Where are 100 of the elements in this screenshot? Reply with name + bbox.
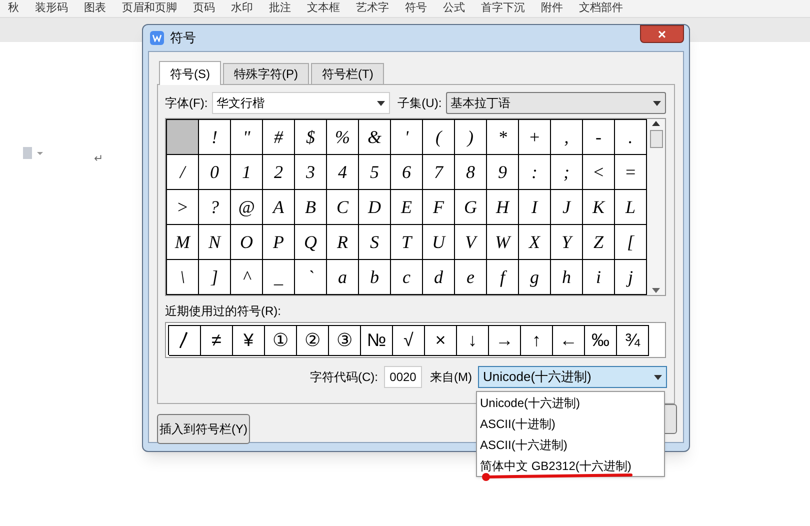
symbol-cell[interactable]: W (487, 225, 519, 260)
symbol-cell[interactable]: 8 (455, 155, 487, 190)
close-button[interactable]: × (640, 25, 684, 43)
scroll-down-icon[interactable] (652, 288, 660, 293)
symbol-cell[interactable]: 2 (263, 155, 295, 190)
toolbar-item[interactable]: 文档部件 (579, 3, 623, 14)
symbol-cell[interactable]: a (327, 260, 359, 295)
symbol-cell[interactable]: ^ (231, 260, 263, 295)
recent-symbol-cell[interactable]: ¥ (233, 326, 265, 356)
toolbar-item[interactable]: 秋 (8, 3, 19, 14)
tab[interactable]: 符号(S) (159, 61, 221, 85)
symbol-cell[interactable]: N (199, 225, 231, 260)
symbol-cell[interactable]: Y (551, 225, 583, 260)
recent-symbol-cell[interactable]: ③ (329, 326, 361, 356)
symbol-cell[interactable]: 0 (199, 155, 231, 190)
symbol-cell[interactable]: [ (615, 225, 647, 260)
symbol-cell[interactable]: ] (199, 260, 231, 295)
toolbar-item[interactable]: 首字下沉 (481, 3, 525, 14)
symbol-cell[interactable] (167, 120, 199, 155)
document-icon[interactable] (22, 147, 44, 159)
symbol-cell[interactable]: 1 (231, 155, 263, 190)
symbol-cell[interactable]: , (551, 120, 583, 155)
symbol-cell[interactable]: 7 (423, 155, 455, 190)
symbol-cell[interactable]: I (519, 190, 551, 225)
symbol-cell[interactable]: S (359, 225, 391, 260)
symbol-cell[interactable]: C (327, 190, 359, 225)
recent-symbol-cell[interactable]: ② (297, 326, 329, 356)
recent-symbol-cell[interactable]: × (425, 326, 457, 356)
symbol-cell[interactable]: e (455, 260, 487, 295)
symbol-cell[interactable]: M (167, 225, 199, 260)
symbol-cell[interactable]: : (519, 155, 551, 190)
symbol-cell[interactable]: " (231, 120, 263, 155)
symbol-cell[interactable]: . (615, 120, 647, 155)
symbol-cell[interactable]: 3 (295, 155, 327, 190)
toolbar-item[interactable]: 公式 (443, 3, 465, 14)
dropdown-option[interactable]: ASCII(十进制) (477, 413, 664, 434)
symbol-cell[interactable]: G (455, 190, 487, 225)
symbol-cell[interactable]: < (583, 155, 615, 190)
symbol-cell[interactable]: @ (231, 190, 263, 225)
symbol-cell[interactable]: 5 (359, 155, 391, 190)
recent-symbol-cell[interactable]: → (489, 326, 521, 356)
symbol-cell[interactable]: B (295, 190, 327, 225)
recent-symbol-cell[interactable]: ↓ (457, 326, 489, 356)
dropdown-option[interactable]: ASCII(十六进制) (477, 434, 664, 455)
symbol-cell[interactable]: i (583, 260, 615, 295)
symbol-cell[interactable]: ' (391, 120, 423, 155)
symbol-cell[interactable]: # (263, 120, 295, 155)
toolbar-item[interactable]: 页眉和页脚 (122, 3, 177, 14)
symbol-cell[interactable]: ( (423, 120, 455, 155)
symbol-cell[interactable]: - (583, 120, 615, 155)
symbol-cell[interactable]: * (487, 120, 519, 155)
dropdown-option[interactable]: 简体中文 GB2312(十六进制) (477, 455, 664, 476)
symbol-cell[interactable]: ` (295, 260, 327, 295)
recent-symbol-cell[interactable]: ≠ (201, 326, 233, 356)
symbol-cell[interactable]: J (551, 190, 583, 225)
symbol-cell[interactable]: > (167, 190, 199, 225)
symbol-cell[interactable]: f (487, 260, 519, 295)
toolbar-item[interactable]: 图表 (84, 3, 106, 14)
symbol-cell[interactable]: j (615, 260, 647, 295)
symbol-cell[interactable]: X (519, 225, 551, 260)
symbol-cell[interactable]: ) (455, 120, 487, 155)
char-code-field[interactable]: 0020 (384, 366, 422, 388)
symbol-cell[interactable]: \ (167, 260, 199, 295)
tab[interactable]: 符号栏(T) (311, 63, 384, 84)
toolbar-item[interactable]: 附件 (541, 3, 563, 14)
from-dropdown[interactable]: Unicode(十六进制) (478, 366, 667, 388)
symbol-cell[interactable]: + (519, 120, 551, 155)
recent-symbol-cell[interactable]: ¾ (617, 326, 649, 356)
scrollbar[interactable] (647, 119, 665, 295)
recent-symbol-cell[interactable]: ‰ (585, 326, 617, 356)
symbol-cell[interactable]: _ (263, 260, 295, 295)
symbol-cell[interactable]: ! (199, 120, 231, 155)
symbol-cell[interactable]: d (423, 260, 455, 295)
symbol-cell[interactable]: % (327, 120, 359, 155)
symbol-cell[interactable]: P (263, 225, 295, 260)
symbol-cell[interactable]: ; (551, 155, 583, 190)
symbol-cell[interactable]: b (359, 260, 391, 295)
symbol-cell[interactable]: = (615, 155, 647, 190)
recent-symbol-cell[interactable]: √ (393, 326, 425, 356)
symbol-cell[interactable]: R (327, 225, 359, 260)
symbol-cell[interactable]: h (551, 260, 583, 295)
symbol-cell[interactable]: D (359, 190, 391, 225)
symbol-cell[interactable]: O (231, 225, 263, 260)
symbol-cell[interactable]: T (391, 225, 423, 260)
symbol-cell[interactable]: / (167, 155, 199, 190)
symbol-cell[interactable]: H (487, 190, 519, 225)
recent-symbol-cell[interactable]: № (361, 326, 393, 356)
subset-dropdown[interactable]: 基本拉丁语 (446, 92, 666, 114)
symbol-cell[interactable]: U (423, 225, 455, 260)
toolbar-item[interactable]: 符号 (405, 3, 427, 14)
toolbar-item[interactable]: 批注 (269, 3, 291, 14)
symbol-cell[interactable]: A (263, 190, 295, 225)
symbol-cell[interactable]: g (519, 260, 551, 295)
recent-symbol-cell[interactable]: ← (553, 326, 585, 356)
recent-symbol-cell[interactable]: ① (265, 326, 297, 356)
symbol-cell[interactable]: 4 (327, 155, 359, 190)
tab[interactable]: 特殊字符(P) (223, 63, 309, 84)
symbol-cell[interactable]: V (455, 225, 487, 260)
font-dropdown[interactable]: 华文行楷 (212, 92, 390, 114)
symbol-cell[interactable]: & (359, 120, 391, 155)
